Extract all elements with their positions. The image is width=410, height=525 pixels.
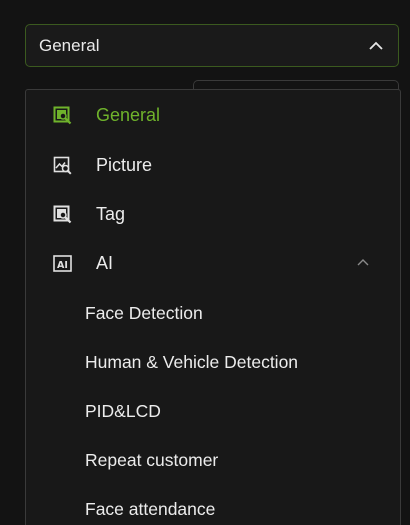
submenu-item-face-detection[interactable]: Face Detection: [26, 295, 400, 331]
picture-icon: [53, 156, 72, 175]
category-select[interactable]: General: [25, 24, 399, 67]
ai-icon: AI: [53, 255, 72, 272]
menu-item-general[interactable]: General: [26, 97, 400, 133]
submenu-item-label: Repeat customer: [85, 449, 219, 470]
settings-panel: General General Picture Tag AI AI Face D…: [0, 0, 410, 525]
submenu-item-repeat-customer[interactable]: Repeat customer: [26, 442, 400, 478]
submenu-item-label: Human & Vehicle Detection: [85, 351, 299, 372]
menu-item-ai[interactable]: AI AI: [26, 245, 400, 281]
menu-item-picture[interactable]: Picture: [26, 147, 400, 183]
category-select-value: General: [39, 35, 100, 55]
submenu-item-label: Face attendance: [85, 498, 216, 519]
menu-item-label: AI: [96, 252, 114, 273]
menu-item-label: General: [96, 104, 161, 125]
chevron-up-icon[interactable]: [368, 40, 384, 52]
submenu-item-face-attendance[interactable]: Face attendance: [26, 491, 400, 525]
menu-item-label: Tag: [96, 203, 126, 224]
chevron-up-icon[interactable]: [356, 257, 370, 267]
submenu-item-human-vehicle-detection[interactable]: Human & Vehicle Detection: [26, 344, 400, 380]
submenu-item-label: PID&LCD: [85, 400, 161, 421]
category-dropdown: General Picture Tag AI AI Face Detection…: [25, 89, 401, 525]
menu-item-label: Picture: [96, 154, 153, 175]
svg-text:AI: AI: [57, 260, 68, 271]
tag-icon: [53, 205, 72, 224]
general-settings-icon: [53, 106, 72, 125]
submenu-item-pid-lcd[interactable]: PID&LCD: [26, 393, 400, 429]
submenu-item-label: Face Detection: [85, 302, 203, 323]
menu-item-tag[interactable]: Tag: [26, 196, 400, 232]
